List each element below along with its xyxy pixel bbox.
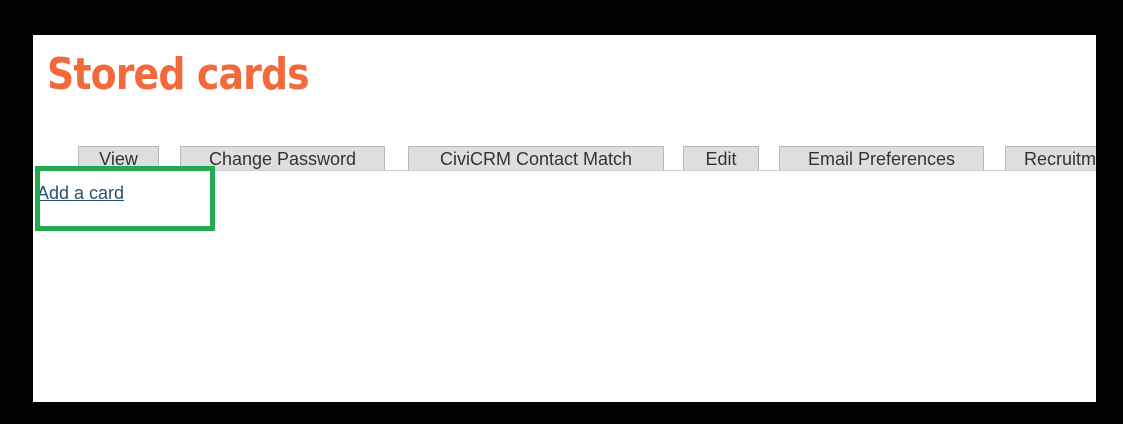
tab-recruitment[interactable]: Recruitm [1005, 146, 1096, 170]
page-content: Stored cards View Change Password CiviCR… [33, 35, 1096, 402]
tab-change-password[interactable]: Change Password [180, 146, 385, 170]
page-title: Stored cards [47, 49, 310, 100]
screenshot-frame: Stored cards View Change Password CiviCR… [0, 0, 1123, 424]
profile-tabs: View Change Password CiviCRM Contact Mat… [33, 146, 1096, 171]
tab-civicrm-contact-match[interactable]: CiviCRM Contact Match [408, 146, 664, 170]
tab-edit[interactable]: Edit [683, 146, 759, 170]
tab-view[interactable]: View [78, 146, 159, 170]
tabs-divider [33, 170, 1096, 171]
tab-email-preferences[interactable]: Email Preferences [779, 146, 984, 170]
add-card-link[interactable]: Add a card [37, 183, 124, 204]
